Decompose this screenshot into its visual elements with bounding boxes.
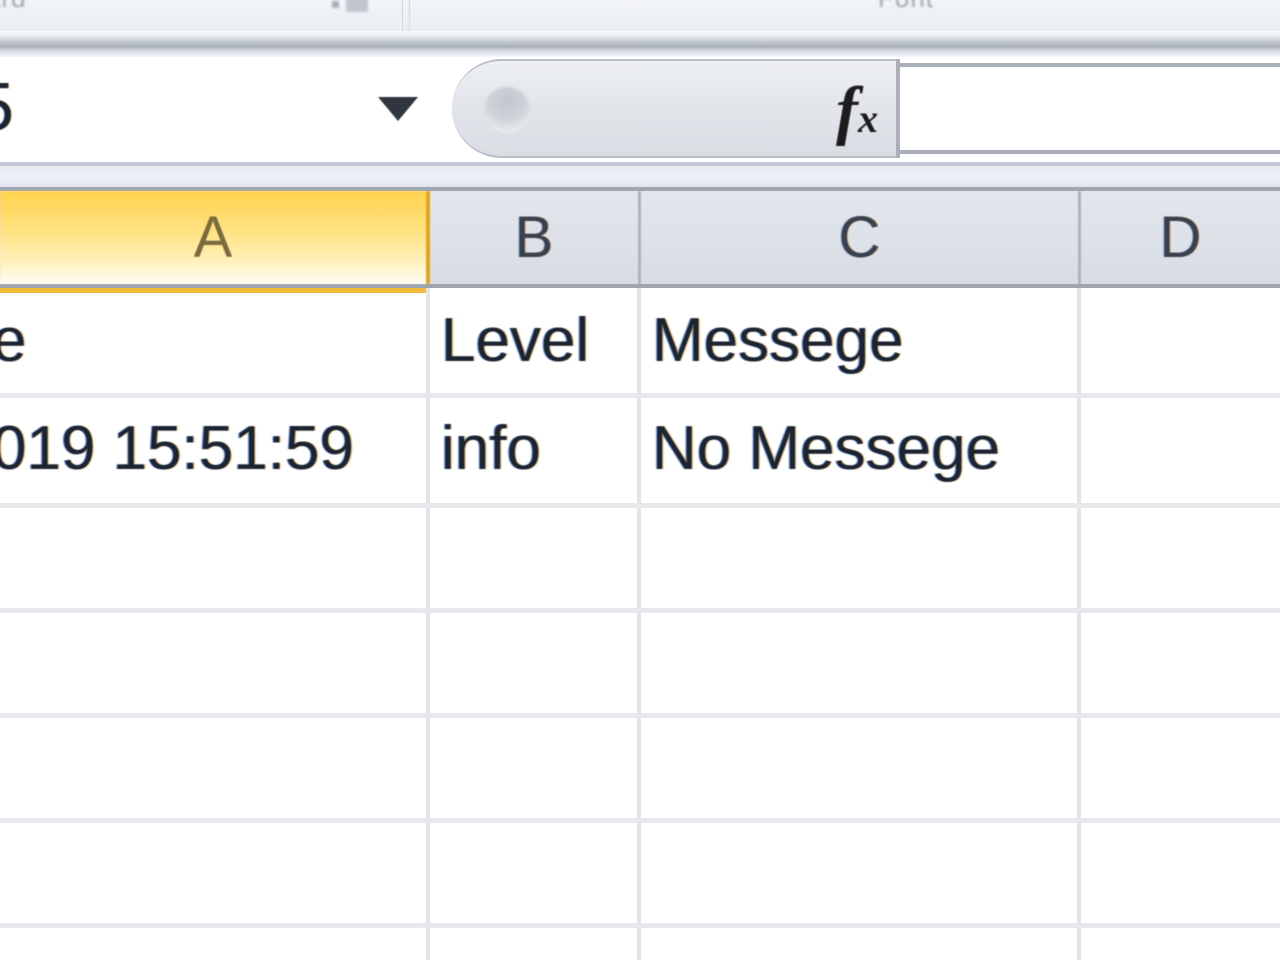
ribbon-bottom-bevel bbox=[0, 31, 1280, 57]
cell-c2[interactable]: No Messege bbox=[652, 418, 1000, 480]
ribbon-strip: ard Font bbox=[0, 0, 1280, 31]
selected-column-indicator bbox=[0, 288, 426, 293]
formula-input[interactable] bbox=[900, 63, 1280, 154]
font-group-label: Font bbox=[878, 0, 934, 14]
fx-subscript: x bbox=[858, 96, 878, 141]
name-box[interactable]: 5 bbox=[0, 57, 432, 158]
gridline-vertical-b bbox=[426, 288, 430, 960]
ribbon-group-separator-2 bbox=[408, 0, 410, 31]
column-header-row: A B C D bbox=[0, 187, 1280, 288]
formula-bar-row: 5 fx bbox=[0, 57, 1280, 166]
clipboard-group-label: ard bbox=[0, 0, 27, 14]
fx-letter: f bbox=[836, 74, 858, 147]
cell-c1[interactable]: Messege bbox=[652, 310, 904, 372]
cell-a1[interactable]: e bbox=[0, 310, 26, 372]
dialog-launcher-icon[interactable] bbox=[330, 0, 370, 15]
gridline-horizontal-4 bbox=[0, 713, 1280, 718]
chevron-down-icon[interactable] bbox=[378, 97, 418, 121]
dialog-launcher-arrow bbox=[346, 0, 368, 12]
gridline-horizontal-2 bbox=[0, 503, 1280, 508]
insert-function-icon[interactable]: fx bbox=[836, 69, 878, 161]
excel-window: ard Font 5 fx A B C D bbox=[0, 0, 1280, 960]
cell-b2[interactable]: info bbox=[441, 418, 541, 480]
gridline-vertical-c bbox=[637, 288, 641, 960]
gridline-horizontal-6 bbox=[0, 923, 1280, 928]
gridline-horizontal-1 bbox=[0, 393, 1280, 398]
worksheet-grid[interactable]: e Level Messege 019 15:51:59 info No Mes… bbox=[0, 288, 1280, 960]
dialog-launcher-dot bbox=[332, 1, 339, 8]
column-header-a[interactable]: A bbox=[0, 191, 430, 284]
cell-a2[interactable]: 019 15:51:59 bbox=[0, 418, 354, 480]
column-header-c[interactable]: C bbox=[641, 191, 1081, 284]
cell-b1[interactable]: Level bbox=[441, 310, 589, 372]
gridline-vertical-d bbox=[1077, 288, 1081, 960]
name-box-value: 5 bbox=[0, 71, 14, 143]
ribbon-group-separator bbox=[400, 0, 403, 31]
formula-toolbar: fx bbox=[452, 59, 898, 158]
column-header-d[interactable]: D bbox=[1081, 191, 1280, 284]
formula-bar-bottom-strip bbox=[0, 166, 1280, 187]
column-header-b[interactable]: B bbox=[430, 191, 641, 284]
gridline-horizontal-5 bbox=[0, 818, 1280, 823]
gridline-horizontal-3 bbox=[0, 608, 1280, 613]
